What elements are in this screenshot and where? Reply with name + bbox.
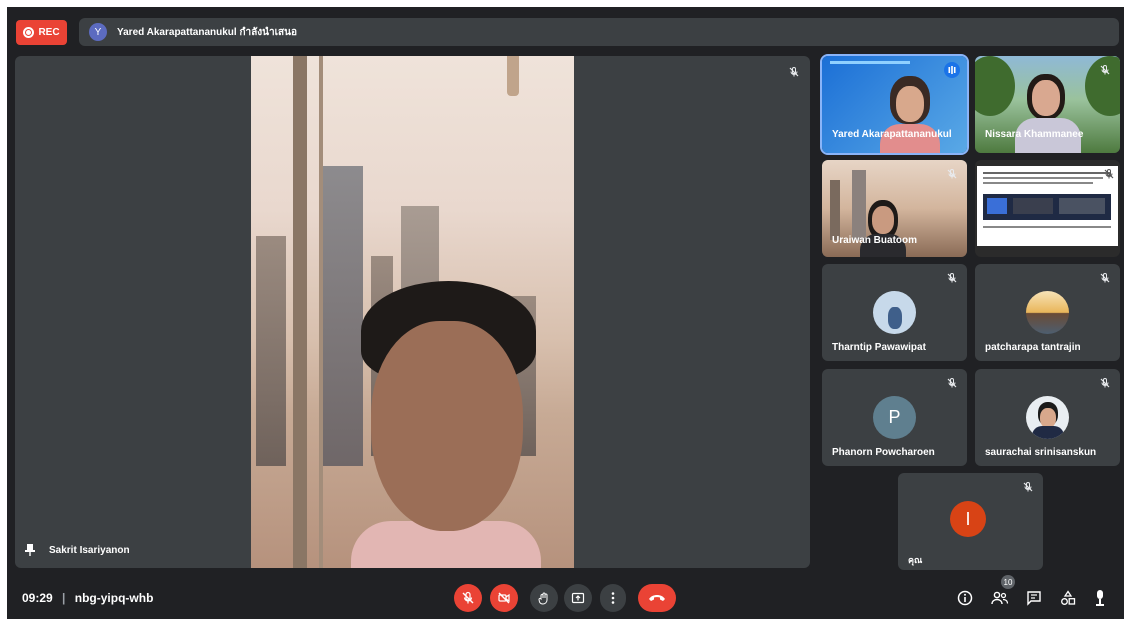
host-controls-icon: [1096, 590, 1104, 606]
mic-off-icon: [788, 66, 800, 78]
presenting-text: Yared Akarapattananukul กำลังนำเสนอ: [117, 26, 297, 38]
present-button[interactable]: [564, 584, 592, 612]
self-tile[interactable]: I คุณ: [898, 473, 1043, 570]
speaking-indicator-icon: [944, 62, 960, 78]
present-icon: [571, 592, 585, 604]
participant-tile[interactable]: patcharapa tantrajin: [975, 264, 1120, 361]
record-icon: [23, 27, 35, 38]
main-video-tile[interactable]: Sakrit Isariyanon: [15, 56, 810, 568]
host-controls-button[interactable]: [1089, 587, 1111, 609]
clock-time: 09:29: [22, 591, 53, 605]
people-icon: [991, 591, 1009, 605]
bottom-toolbar: 09:29 | nbg-yipq-whb 10: [7, 575, 1124, 619]
participant-tile[interactable]: saurachai srinisanskun: [975, 369, 1120, 466]
avatar: [1026, 396, 1069, 439]
raise-hand-button[interactable]: [530, 584, 558, 612]
recording-badge[interactable]: REC: [16, 20, 67, 45]
camera-off-icon: [498, 592, 510, 604]
participant-tile[interactable]: Tharntip Pawawipat: [822, 264, 967, 361]
main-video-feed: [251, 56, 574, 568]
meeting-code: nbg-yipq-whb: [74, 591, 154, 605]
activities-icon: [1061, 590, 1076, 605]
mic-off-icon: [946, 168, 958, 180]
mic-off-icon: [1103, 168, 1115, 180]
participant-name: saurachai srinisanskun: [985, 447, 1097, 458]
chat-icon: [1027, 591, 1041, 606]
people-button[interactable]: [989, 587, 1011, 609]
presentation-tile[interactable]: Yared Akarapattan...: [975, 160, 1120, 257]
info-icon: [957, 590, 973, 606]
meeting-info: 09:29 | nbg-yipq-whb: [22, 591, 153, 605]
camera-toggle-button[interactable]: [490, 584, 518, 612]
raise-hand-icon: [538, 592, 548, 605]
participant-name: Nissara Khammanee: [985, 129, 1084, 140]
participant-name: patcharapa tantrajin: [985, 342, 1081, 353]
top-bar: REC Y Yared Akarapattananukul กำลังนำเสน…: [7, 15, 1124, 46]
presenting-banner: Y Yared Akarapattananukul กำลังนำเสนอ: [79, 18, 1119, 46]
participant-tile[interactable]: Uraiwan Buatoom: [822, 160, 967, 257]
leave-call-button[interactable]: [638, 584, 676, 612]
participant-name: Tharntip Pawawipat: [832, 342, 926, 353]
recording-label: REC: [38, 27, 60, 38]
presenter-avatar: Y: [89, 23, 107, 41]
mic-off-icon: [1099, 377, 1111, 389]
people-count-badge: 10: [1001, 575, 1015, 589]
separator: |: [62, 591, 66, 605]
mic-toggle-button[interactable]: [454, 584, 482, 612]
participant-video: [351, 281, 541, 568]
avatar: I: [950, 501, 986, 537]
participant-tile[interactable]: P Phanorn Powcharoen: [822, 369, 967, 466]
mic-off-icon: [1099, 64, 1111, 76]
participant-name: Uraiwan Buatoom: [832, 235, 918, 246]
participant-name: คุณ: [908, 555, 923, 565]
mic-off-icon: [946, 272, 958, 284]
avatar: P: [873, 396, 916, 439]
participant-name: Yared Akarapattananukul: [832, 129, 952, 140]
pin-icon: [25, 543, 35, 556]
participant-name: Phanorn Powcharoen: [832, 447, 935, 458]
chat-button[interactable]: [1023, 587, 1045, 609]
mic-off-icon: [462, 591, 474, 604]
meeting-details-button[interactable]: [954, 587, 976, 609]
more-vert-icon: [611, 592, 615, 604]
participant-name: Yared Akarapattan...: [999, 233, 1095, 244]
main-tile-name: Sakrit Isariyanon: [49, 545, 130, 556]
mic-off-icon: [946, 377, 958, 389]
participant-tile[interactable]: Yared Akarapattananukul: [820, 54, 969, 155]
activities-button[interactable]: [1057, 587, 1079, 609]
call-end-icon: [649, 595, 665, 601]
mic-off-icon: [1099, 272, 1111, 284]
mic-off-icon: [1022, 481, 1034, 493]
more-options-button[interactable]: [600, 584, 626, 612]
avatar: [1026, 291, 1069, 334]
present-icon: [985, 233, 995, 243]
meet-window: REC Y Yared Akarapattananukul กำลังนำเสน…: [7, 7, 1124, 619]
participant-tile[interactable]: Nissara Khammanee: [975, 56, 1120, 153]
avatar: [873, 291, 916, 334]
